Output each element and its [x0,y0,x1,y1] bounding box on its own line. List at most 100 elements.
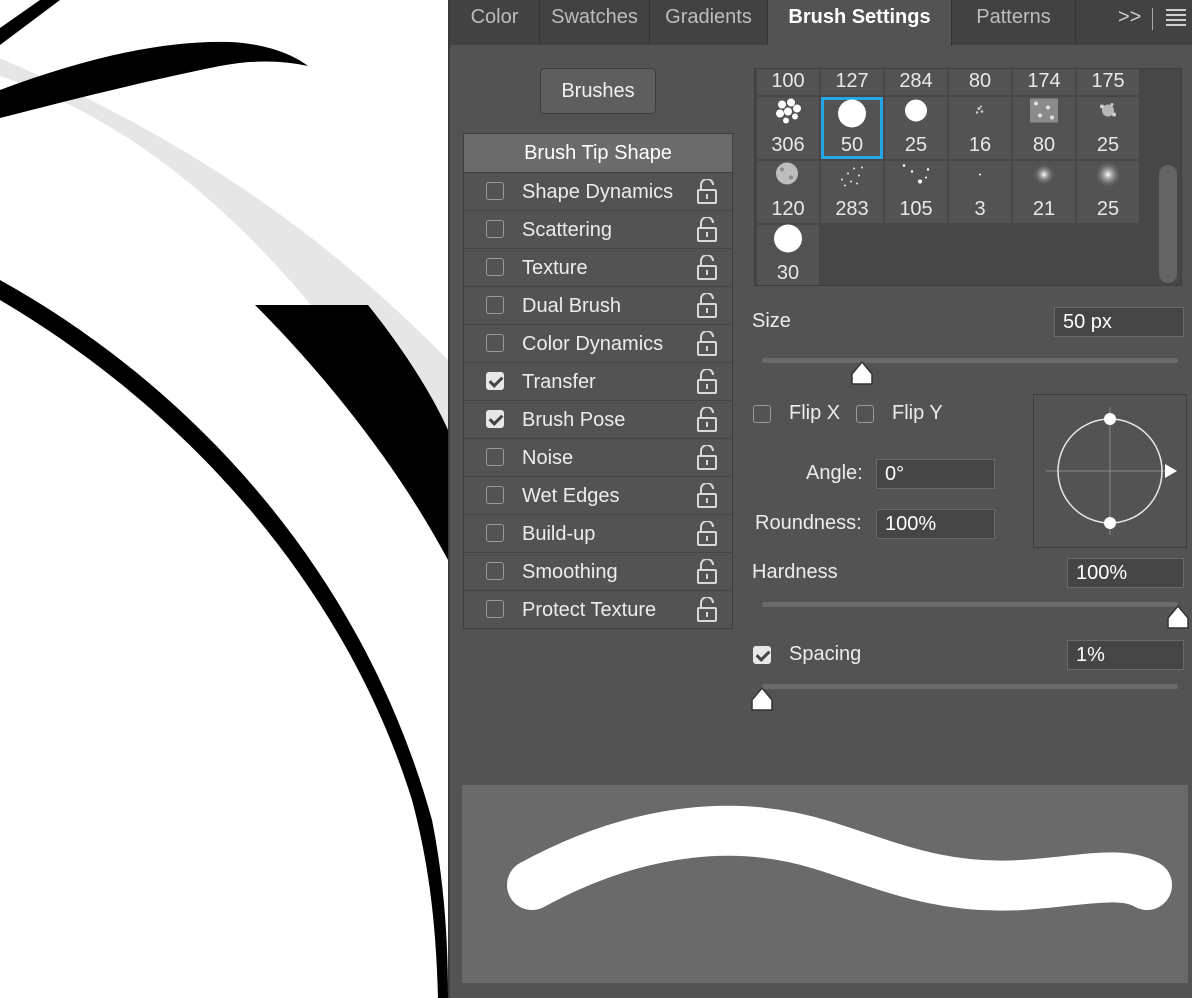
preset-size-label[interactable]: 80 [949,69,1011,95]
brush-preset[interactable]: 21 [1013,161,1075,223]
option-checkbox[interactable] [486,524,504,542]
option-scattering[interactable]: Scattering [464,211,732,249]
option-checkbox[interactable] [486,600,504,618]
option-wet-edges[interactable]: Wet Edges [464,477,732,515]
unlock-icon[interactable] [696,445,718,471]
tab-patterns[interactable]: Patterns [952,0,1076,45]
size-slider-track[interactable] [762,358,1178,363]
option-label: Color Dynamics [522,333,664,355]
brushes-button[interactable]: Brushes [540,68,656,114]
angle-field[interactable]: 0° [876,459,995,489]
option-brush-pose[interactable]: Brush Pose [464,401,732,439]
option-label: Build-up [522,523,596,545]
option-protect-texture[interactable]: Protect Texture [464,591,732,629]
panel-menu-icon[interactable] [1166,9,1186,29]
size-field[interactable]: 50 px [1054,307,1184,337]
brush-preset[interactable]: 16 [949,97,1011,159]
flip-x-checkbox[interactable] [753,405,771,423]
brush-tip-thumbnail [768,96,808,131]
option-checkbox[interactable] [486,410,504,428]
unlock-icon[interactable] [696,521,718,547]
flip-x-label: Flip X [789,402,841,424]
brush-preset[interactable]: 25 [885,97,947,159]
size-slider-handle[interactable] [849,360,875,386]
brush-preset[interactable]: 50 [821,97,883,159]
option-label: Protect Texture [522,599,657,621]
option-checkbox[interactable] [486,562,504,580]
tab-overflow-button[interactable]: >> [1118,6,1141,29]
option-checkbox[interactable] [486,372,504,390]
preset-size-label[interactable]: 174 [1013,69,1075,95]
unlock-icon[interactable] [696,407,718,433]
option-dual-brush[interactable]: Dual Brush [464,287,732,325]
brush-tip-thumbnail [1024,160,1064,195]
option-checkbox[interactable] [486,448,504,466]
hardness-field[interactable]: 100% [1067,558,1184,588]
option-checkbox[interactable] [486,258,504,276]
preset-size-label: 25 [1096,198,1120,220]
preset-size-label[interactable]: 175 [1077,69,1139,95]
preset-size-label: 283 [835,198,869,220]
brush-preset[interactable]: 306 [757,97,819,159]
hardness-slider-handle[interactable] [1165,604,1191,630]
brush-preset[interactable]: 120 [757,161,819,223]
option-checkbox[interactable] [486,296,504,314]
unlock-icon[interactable] [696,331,718,357]
spacing-checkbox[interactable] [753,646,771,664]
brush-preset[interactable]: 80 [1013,97,1075,159]
brush-tip-thumbnail [960,160,1000,195]
unlock-icon[interactable] [696,179,718,205]
option-build-up[interactable]: Build-up [464,515,732,553]
tab-brush-settings[interactable]: Brush Settings [768,0,952,46]
option-smoothing[interactable]: Smoothing [464,553,732,591]
preset-size-label[interactable]: 284 [885,69,947,95]
brush-tip-thumbnail [896,96,936,131]
size-label: Size [752,310,791,332]
spacing-field[interactable]: 1% [1067,640,1184,670]
brush-tip-thumbnail [1088,96,1128,131]
angle-roundness-widget[interactable] [1033,394,1187,548]
brush-preset[interactable]: 30 [757,224,819,285]
option-label: Transfer [522,371,596,393]
option-checkbox[interactable] [486,486,504,504]
tab-color[interactable]: Color [450,0,540,45]
spacing-slider-handle[interactable] [749,686,775,712]
option-label: Wet Edges [522,485,620,507]
brush-preset[interactable]: 105 [885,161,947,223]
tab-gradients[interactable]: Gradients [650,0,768,45]
hardness-slider-track[interactable] [762,602,1178,607]
brush-preset[interactable]: 283 [821,161,883,223]
preset-grid-scrollbar[interactable] [1159,165,1177,283]
unlock-icon[interactable] [696,559,718,585]
option-checkbox[interactable] [486,220,504,238]
unlock-icon[interactable] [696,369,718,395]
brush-stroke-preview [462,785,1188,983]
unlock-icon[interactable] [696,483,718,509]
unlock-icon[interactable] [696,597,718,623]
preset-size-label: 50 [840,134,864,156]
unlock-icon[interactable] [696,293,718,319]
unlock-icon[interactable] [696,217,718,243]
unlock-icon[interactable] [696,255,718,281]
option-shape-dynamics[interactable]: Shape Dynamics [464,173,732,211]
brush-preset[interactable]: 25 [1077,97,1139,159]
option-transfer[interactable]: Transfer [464,363,732,401]
brush-preset[interactable]: 3 [949,161,1011,223]
brush-preset-grid[interactable]: 100 127 284 80 174 175 306 50 25 16 80 25 120 283 105 3… [754,68,1182,286]
roundness-field[interactable]: 100% [876,509,995,539]
flip-y-checkbox[interactable] [856,405,874,423]
tab-swatches[interactable]: Swatches [540,0,650,45]
preset-size-label[interactable]: 100 [757,69,819,95]
option-color-dynamics[interactable]: Color Dynamics [464,325,732,363]
preset-size-label[interactable]: 127 [821,69,883,95]
option-checkbox[interactable] [486,182,504,200]
brush-tip-shape-item[interactable]: Brush Tip Shape [464,134,732,173]
document-canvas[interactable] [0,0,448,998]
option-label: Scattering [522,219,613,241]
option-noise[interactable]: Noise [464,439,732,477]
brush-preset[interactable]: 25 [1077,160,1139,223]
tab-separator [1152,8,1153,30]
option-texture[interactable]: Texture [464,249,732,287]
option-checkbox[interactable] [486,334,504,352]
spacing-slider-track[interactable] [762,684,1178,689]
